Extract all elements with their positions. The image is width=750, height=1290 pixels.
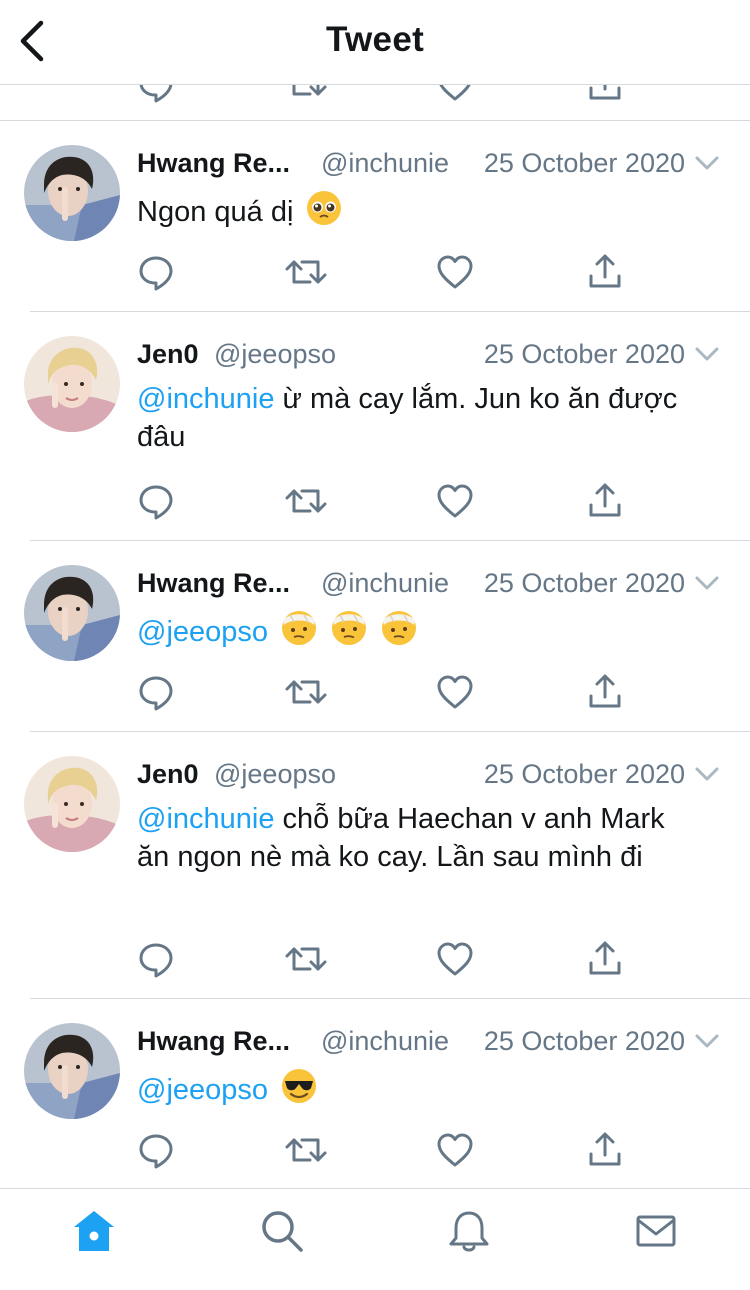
- tweet-date: 25 October 2020: [483, 759, 685, 789]
- chevron-down-icon[interactable]: [693, 569, 721, 597]
- chevron-down-icon[interactable]: [693, 760, 721, 788]
- author-name[interactable]: Jen0: [137, 336, 199, 372]
- author-name[interactable]: Jen0: [137, 756, 199, 792]
- tweet-header: Hwang Re... @inchunie 25 October 2020: [137, 565, 727, 601]
- share-icon[interactable]: [583, 479, 627, 523]
- tweet[interactable]: Jen0 @jeeopso 25 October 2020 @inchunie …: [0, 312, 750, 541]
- tweet-body: [268, 1074, 276, 1106]
- like-icon[interactable]: [433, 250, 477, 294]
- tab-messages[interactable]: [628, 1203, 684, 1259]
- tweet-body: Ngon quá dị: [137, 196, 294, 228]
- tweet[interactable]: Hwang Re... @inchunie 25 October 2020 Ng…: [0, 121, 750, 312]
- tab-notifications[interactable]: [441, 1203, 497, 1259]
- share-icon[interactable]: [583, 937, 627, 981]
- page-title: Tweet: [325, 20, 425, 59]
- tweet-actions: [0, 937, 750, 981]
- like-icon[interactable]: [433, 84, 477, 106]
- tweet-actions: [0, 670, 750, 714]
- retweet-icon[interactable]: [284, 1128, 328, 1172]
- tweet-text: @inchunie chỗ bữa Haechan v anh Mark ăn …: [137, 800, 677, 876]
- tweet[interactable]: Hwang Re... @inchunie 25 October 2020 @j…: [0, 999, 750, 1188]
- tweet-header: Jen0 @jeeopso 25 October 2020: [137, 756, 727, 792]
- chevron-down-icon[interactable]: [693, 1027, 721, 1055]
- share-icon[interactable]: [583, 1128, 627, 1172]
- author-handle[interactable]: @inchunie: [321, 145, 449, 181]
- tab-home[interactable]: [66, 1203, 122, 1259]
- tweet-header: Jen0 @jeeopso 25 October 2020: [137, 336, 727, 372]
- search-icon: [262, 1211, 303, 1252]
- tweet-date: 25 October 2020: [483, 148, 685, 178]
- head-bandage-emoji: [330, 609, 368, 657]
- avatar[interactable]: [24, 565, 120, 661]
- like-icon[interactable]: [433, 670, 477, 714]
- avatar[interactable]: [24, 145, 120, 241]
- reply-icon[interactable]: [134, 479, 178, 523]
- chevron-down-icon[interactable]: [693, 149, 721, 177]
- tweet-text: @inchunie ừ mà cay lắm. Jun ko ăn được đ…: [137, 380, 697, 456]
- mention-link[interactable]: @jeeopso: [137, 1074, 268, 1106]
- author-name[interactable]: Hwang Re...: [137, 145, 290, 181]
- reply-feed: Hwang Re... @inchunie 25 October 2020 Ng…: [0, 121, 750, 1188]
- tweet[interactable]: Hwang Re... @inchunie 25 October 2020 @j…: [0, 541, 750, 732]
- author-handle[interactable]: @jeeopso: [214, 756, 336, 792]
- bottom-tab-bar: [0, 1188, 750, 1290]
- chevron-down-icon[interactable]: [693, 340, 721, 368]
- share-icon[interactable]: [583, 250, 627, 294]
- avatar[interactable]: [24, 336, 120, 432]
- tweet-actions: [0, 479, 750, 523]
- tweet[interactable]: Jen0 @jeeopso 25 October 2020 @inchunie …: [0, 732, 750, 999]
- like-icon[interactable]: [433, 937, 477, 981]
- retweet-icon[interactable]: [284, 937, 328, 981]
- reply-icon[interactable]: [134, 670, 178, 714]
- tweet-date: 25 October 2020: [483, 339, 685, 369]
- retweet-icon[interactable]: [284, 479, 328, 523]
- author-handle[interactable]: @inchunie: [321, 565, 449, 601]
- tweet-date: 25 October 2020: [483, 1026, 685, 1056]
- tweet-actions: [0, 250, 750, 294]
- share-icon[interactable]: [583, 84, 627, 106]
- author-name[interactable]: Hwang Re...: [137, 565, 290, 601]
- tweet-text: Ngon quá dị: [137, 189, 697, 237]
- like-icon[interactable]: [433, 479, 477, 523]
- tweet-body: [268, 616, 276, 648]
- tweet-text: @jeeopso: [137, 609, 697, 657]
- sunglasses-emoji: [280, 1067, 318, 1115]
- reply-icon[interactable]: [134, 250, 178, 294]
- mention-link[interactable]: @jeeopso: [137, 616, 268, 648]
- retweet-icon[interactable]: [284, 250, 328, 294]
- home-icon: [74, 1211, 114, 1251]
- head-bandage-emoji: [280, 609, 318, 657]
- reply-icon[interactable]: [134, 84, 178, 106]
- head-bandage-emoji: [380, 609, 418, 657]
- previous-tweet-actions: [0, 84, 750, 121]
- share-icon[interactable]: [583, 670, 627, 714]
- tab-search[interactable]: [254, 1203, 310, 1259]
- avatar[interactable]: [24, 756, 120, 852]
- tweet-header: Hwang Re... @inchunie 25 October 2020: [137, 145, 727, 181]
- tweet-header: Hwang Re... @inchunie 25 October 2020: [137, 1023, 727, 1059]
- reply-icon[interactable]: [134, 1128, 178, 1172]
- messages-icon: [636, 1215, 676, 1247]
- notifications-icon: [449, 1211, 489, 1252]
- tweet-thread-screen: Tweet Hwang Re... @inchunie 25 October 2…: [0, 0, 750, 1290]
- retweet-icon[interactable]: [284, 84, 328, 106]
- author-handle[interactable]: @jeeopso: [214, 336, 336, 372]
- tweet-text: @jeeopso: [137, 1067, 697, 1115]
- avatar[interactable]: [24, 1023, 120, 1119]
- top-nav-bar: Tweet: [0, 0, 750, 85]
- reply-icon[interactable]: [134, 937, 178, 981]
- mention-link[interactable]: @inchunie: [137, 383, 274, 415]
- tweet-date: 25 October 2020: [483, 568, 685, 598]
- author-name[interactable]: Hwang Re...: [137, 1023, 290, 1059]
- pleading-face-emoji: [305, 189, 343, 237]
- like-icon[interactable]: [433, 1128, 477, 1172]
- tweet-actions: [0, 1128, 750, 1172]
- retweet-icon[interactable]: [284, 670, 328, 714]
- author-handle[interactable]: @inchunie: [321, 1023, 449, 1059]
- mention-link[interactable]: @inchunie: [137, 803, 274, 835]
